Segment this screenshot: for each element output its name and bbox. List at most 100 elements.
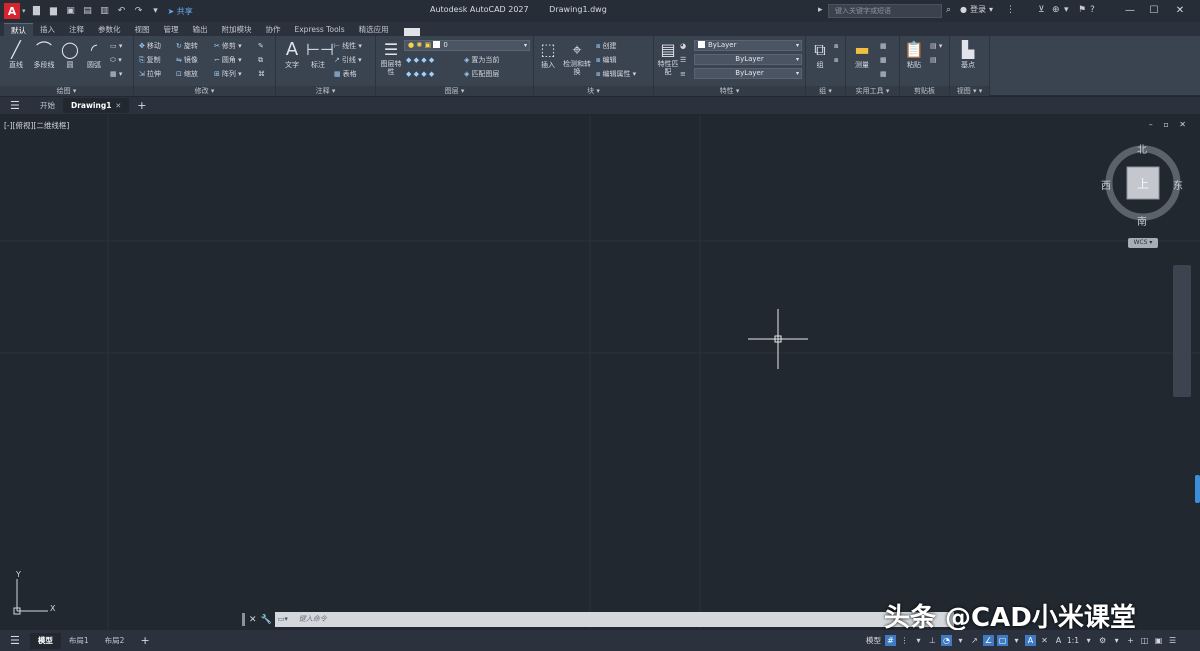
hamburger-menu-icon[interactable]: ☰ <box>10 634 20 647</box>
stretch-button[interactable]: ⇲ 拉伸 <box>139 68 161 80</box>
side-panel-handle[interactable] <box>1195 475 1200 503</box>
tab-express-tools[interactable]: Express Tools <box>288 23 352 36</box>
network-icon[interactable]: ⚑ <box>1078 5 1086 15</box>
grid-icon[interactable]: # <box>885 635 896 646</box>
tab-manage[interactable]: 管理 <box>157 23 186 36</box>
tab-layout2[interactable]: 布局2 <box>97 633 133 649</box>
layer-tools-row1[interactable]: ◆ ◆ ◆ ◆ <box>406 54 434 66</box>
group-edit-icon[interactable]: ⧈ <box>834 54 838 66</box>
cart-icon[interactable]: ⊻ <box>1038 5 1045 15</box>
auto-scale-icon[interactable]: ✕ <box>1039 635 1050 646</box>
tab-collaborate[interactable]: 协作 <box>259 23 288 36</box>
tab-drawing1[interactable]: Drawing1 ✕ <box>63 98 130 113</box>
dimension-tool[interactable]: ⊢⊣ 标注 <box>306 40 334 70</box>
insert-block-tool[interactable]: ⬚ 插入 <box>536 40 560 70</box>
print-icon[interactable]: ▥ <box>99 5 111 17</box>
plus-icon[interactable]: + <box>1125 635 1136 646</box>
lineweight-dropdown[interactable]: ByLayer ▾ <box>694 68 802 79</box>
color-wheel-icon[interactable]: ◕ <box>680 40 686 52</box>
paste-tool[interactable]: 📋 粘贴 <box>902 40 926 70</box>
edit-attributes-button[interactable]: ⧈ 编辑属性 ▾ <box>596 68 636 80</box>
connect-icon[interactable]: ⊕ <box>1052 5 1060 15</box>
share-button[interactable]: ➤ 共享 <box>168 6 193 17</box>
line-tool[interactable]: ╱ 直线 <box>4 40 28 70</box>
lineweight-icon[interactable]: ≡ <box>680 68 686 80</box>
copy-clip-icon[interactable]: ▤ ▾ <box>930 40 942 52</box>
close-icon[interactable]: ✕ <box>115 102 121 110</box>
minimize-button[interactable]: — <box>1120 3 1140 19</box>
search-icon[interactable]: ⌕ <box>946 5 951 15</box>
chevron-down-icon[interactable]: ▾ <box>913 635 924 646</box>
isodraft-icon[interactable]: ↗ <box>969 635 980 646</box>
tab-parametric[interactable]: 参数化 <box>91 23 128 36</box>
navigation-bar[interactable] <box>1173 265 1191 397</box>
object-snap-icon[interactable]: ▢ <box>997 635 1008 646</box>
viewcube-top-face[interactable]: 上 <box>1137 175 1149 192</box>
tab-view[interactable]: 视图 <box>128 23 157 36</box>
undo-icon[interactable]: ↶ <box>116 5 128 17</box>
layer-tools-row2[interactable]: ◆ ◆ ◆ ◆ <box>406 68 434 80</box>
gear-icon[interactable]: ⚙ <box>1097 635 1108 646</box>
new-file-icon[interactable]: ▇ <box>31 5 43 17</box>
make-current-button[interactable]: ◈ 置为当前 <box>464 54 499 66</box>
save-as-icon[interactable]: ▤ <box>82 5 94 17</box>
help-icon[interactable]: ? <box>1090 5 1095 15</box>
leader-button[interactable]: ↗ 引线 ▾ <box>334 54 362 66</box>
add-layout-icon[interactable]: + <box>140 634 149 647</box>
viewport-controls-label[interactable]: [-][俯视][二维线框] <box>4 120 69 131</box>
quick-select-icon[interactable]: ▦ <box>880 54 887 66</box>
application-menu-button[interactable]: A <box>4 3 20 19</box>
panel-view-title[interactable]: 视图 ▾ ▾ <box>950 86 989 96</box>
arc-tool[interactable]: ◜ 圆弧 <box>82 40 106 70</box>
tab-output[interactable]: 输出 <box>186 23 215 36</box>
redo-icon[interactable]: ↷ <box>133 5 145 17</box>
fillet-button[interactable]: ⌐ 圆角 ▾ <box>214 54 242 66</box>
calculator-icon[interactable]: ▦ <box>880 40 887 52</box>
create-block-button[interactable]: ⧈ 创建 <box>596 40 616 52</box>
match-properties-tool[interactable]: ▤ 特性匹配 <box>656 40 680 76</box>
chevron-down-icon[interactable]: ▾ <box>1111 635 1122 646</box>
cut-icon[interactable]: ▤ <box>930 54 937 66</box>
search-expand-icon[interactable]: ▸ <box>818 5 823 15</box>
hatch-icon[interactable]: ▦ ▾ <box>110 68 122 80</box>
object-snap-tracking-icon[interactable]: ∠ <box>983 635 994 646</box>
panel-annotation-title[interactable]: 注释 ▾ <box>276 86 375 96</box>
panel-groups-title[interactable]: 组 ▾ <box>806 86 845 96</box>
ungroup-icon[interactable]: ⧈ <box>834 40 838 52</box>
compass-south[interactable]: 南 <box>1137 213 1147 228</box>
rotate-button[interactable]: ↻ 旋转 <box>176 40 198 52</box>
ribbon-toggle-button[interactable] <box>403 28 420 36</box>
detect-convert-tool[interactable]: ⌖ 检测和转换 <box>562 40 592 76</box>
qat-dropdown-icon[interactable]: ▾ <box>150 5 162 17</box>
compass-west[interactable]: 西 <box>1101 177 1111 192</box>
trim-button[interactable]: ✂ 修剪 ▾ <box>214 40 242 52</box>
linetype-icon[interactable]: ☰ <box>680 54 686 66</box>
panel-modify-title[interactable]: 修改 ▾ <box>134 86 275 96</box>
linetype-dropdown[interactable]: ByLayer ▾ <box>694 54 802 65</box>
text-tool[interactable]: A 文字 <box>280 40 304 70</box>
panel-properties-title[interactable]: 特性 ▾ <box>654 86 805 96</box>
tab-featured-apps[interactable]: 精选应用 <box>352 23 396 36</box>
erase-icon[interactable]: ✎ <box>258 40 264 52</box>
color-dropdown[interactable]: ByLayer ▾ <box>694 40 802 51</box>
panel-layers-title[interactable]: 图层 ▾ <box>376 86 533 96</box>
layer-properties-tool[interactable]: ☰ 图层特性 <box>378 40 404 76</box>
isolate-objects-icon[interactable]: ◫ <box>1139 635 1150 646</box>
compass-east[interactable]: 东 <box>1173 177 1183 192</box>
snap-icon[interactable]: ⋮ <box>899 635 910 646</box>
tab-annotate[interactable]: 注释 <box>62 23 91 36</box>
scale-button[interactable]: ⊡ 缩放 <box>176 68 198 80</box>
fullscreen-icon[interactable]: ▣ <box>1153 635 1164 646</box>
chevron-down-icon[interactable]: ▾ <box>1083 635 1094 646</box>
chevron-down-icon[interactable]: ▾ <box>1011 635 1022 646</box>
panel-draw-title[interactable]: 绘图 ▾ <box>0 86 133 96</box>
panel-block-title[interactable]: 块 ▾ <box>534 86 653 96</box>
edit-block-button[interactable]: ⧈ 编辑 <box>596 54 616 66</box>
add-tab-icon[interactable]: + <box>137 99 146 112</box>
compass-north[interactable]: 北 <box>1137 141 1147 156</box>
array-button[interactable]: ⊞ 阵列 ▾ <box>214 68 242 80</box>
polar-tracking-icon[interactable]: ◔ <box>941 635 952 646</box>
signin-button[interactable]: ● 登录 ▾ <box>960 4 993 15</box>
viewport-window-controls[interactable]: – ▫ ✕ <box>1149 120 1190 129</box>
chevron-down-icon[interactable]: ▾ <box>955 635 966 646</box>
